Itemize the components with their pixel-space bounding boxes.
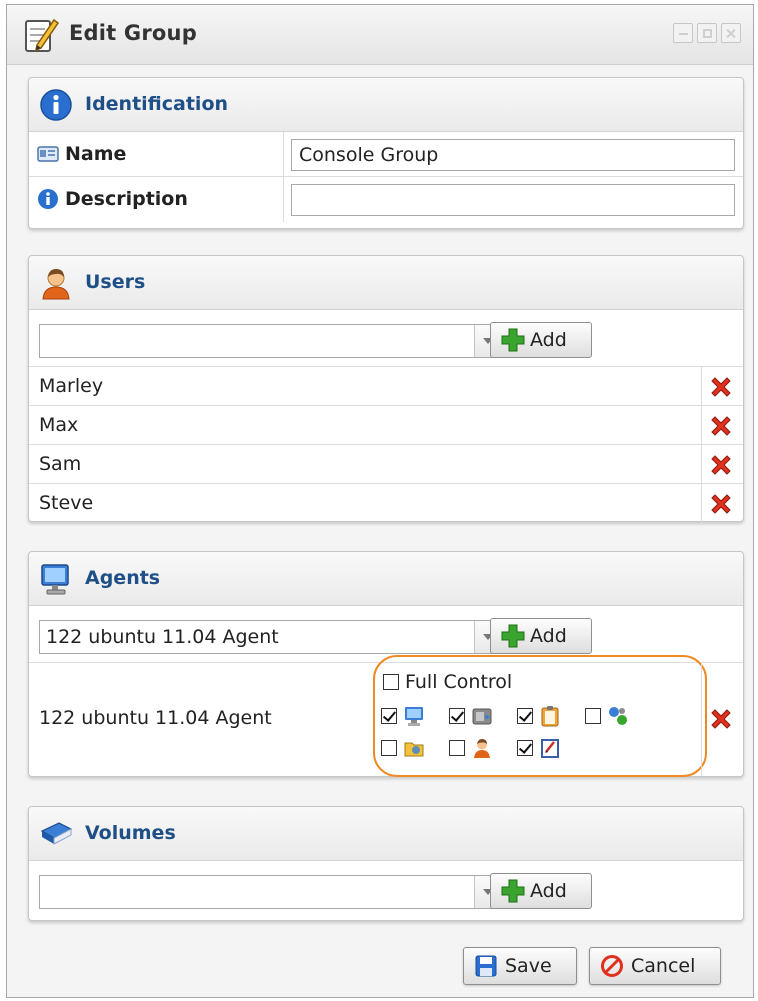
checkbox[interactable] xyxy=(383,674,399,690)
agent-row: 122 ubuntu 11.04 Agent Full Control xyxy=(29,655,743,777)
agents-title: Agents xyxy=(85,567,161,589)
permission-network[interactable] xyxy=(585,705,629,727)
folder-icon xyxy=(404,742,424,757)
cancel-button[interactable]: Cancel xyxy=(589,947,721,985)
agent-name: 122 ubuntu 11.04 Agent xyxy=(39,707,272,729)
permission-user[interactable] xyxy=(449,737,493,759)
disk-icon xyxy=(472,708,492,725)
minimize-button[interactable] xyxy=(673,23,693,43)
identification-title: Identification xyxy=(85,93,229,115)
floppy-disk-icon xyxy=(475,955,497,977)
close-button[interactable] xyxy=(721,23,741,43)
cancel-icon xyxy=(601,955,623,977)
volumes-panel: Volumes Add xyxy=(28,806,744,921)
user-name: Steve xyxy=(39,492,94,514)
network-icon xyxy=(609,707,627,725)
save-button[interactable]: Save xyxy=(463,947,577,985)
title-bar[interactable]: Edit Group xyxy=(7,5,753,65)
edit-document-icon xyxy=(541,739,559,758)
list-item[interactable]: Marley xyxy=(29,366,743,405)
clipboard-icon xyxy=(541,706,559,727)
delete-icon[interactable] xyxy=(709,453,733,477)
users-panel: Users Add Marley Max Sam Steve xyxy=(28,255,744,522)
id-card-icon xyxy=(37,146,59,162)
delete-icon[interactable] xyxy=(709,492,733,516)
users-combo[interactable] xyxy=(39,324,501,358)
info-small-icon xyxy=(38,189,58,209)
description-row: Description xyxy=(29,177,743,222)
agents-panel: Agents 122 ubuntu 11.04 Agent Add 122 ub… xyxy=(28,551,744,777)
users-header: Users xyxy=(29,256,743,310)
volumes-header: Volumes xyxy=(29,807,743,861)
info-icon xyxy=(40,89,72,121)
agents-header: Agents xyxy=(29,552,743,606)
save-label: Save xyxy=(505,955,552,977)
book-icon xyxy=(40,822,73,845)
monitor-icon xyxy=(41,564,69,595)
add-volume-button[interactable]: Add xyxy=(490,873,592,909)
volumes-combo[interactable] xyxy=(39,875,501,909)
permission-folder[interactable] xyxy=(381,737,425,759)
name-label: Name xyxy=(37,141,126,167)
add-user-label: Add xyxy=(530,329,567,351)
maximize-button[interactable] xyxy=(697,23,717,43)
checkbox[interactable] xyxy=(585,708,601,724)
window-title: Edit Group xyxy=(69,21,197,45)
user-name: Marley xyxy=(39,375,104,397)
name-field[interactable] xyxy=(291,139,735,171)
add-agent-button[interactable]: Add xyxy=(490,618,592,654)
description-field[interactable] xyxy=(291,184,735,216)
user-name: Max xyxy=(39,414,79,436)
plus-icon xyxy=(501,879,525,903)
name-label-text: Name xyxy=(65,143,127,165)
description-label: Description xyxy=(37,186,188,212)
full-control-checkbox[interactable]: Full Control xyxy=(383,671,512,693)
monitor-icon xyxy=(405,707,423,726)
delete-icon[interactable] xyxy=(709,707,733,731)
cancel-label: Cancel xyxy=(631,955,696,977)
list-item[interactable]: Steve xyxy=(29,483,743,522)
full-control-label: Full Control xyxy=(405,671,513,693)
checkbox[interactable] xyxy=(517,708,533,724)
volumes-title: Volumes xyxy=(85,822,176,844)
user-icon xyxy=(42,269,70,300)
edit-notepad-icon xyxy=(25,18,60,52)
name-row: Name xyxy=(29,132,743,177)
agents-combo-value: 122 ubuntu 11.04 Agent xyxy=(46,626,279,648)
checkbox[interactable] xyxy=(381,740,397,756)
add-user-button[interactable]: Add xyxy=(490,322,592,358)
identification-header: Identification xyxy=(29,78,743,132)
add-agent-label: Add xyxy=(530,625,567,647)
delete-icon[interactable] xyxy=(709,414,733,438)
delete-icon[interactable] xyxy=(709,375,733,399)
permission-clipboard[interactable] xyxy=(517,705,561,727)
permission-disk[interactable] xyxy=(449,705,493,727)
description-label-text: Description xyxy=(65,188,188,210)
edit-group-window: Edit Group Identification Name Console G… xyxy=(6,4,754,998)
plus-icon xyxy=(501,328,525,352)
list-item[interactable]: Sam xyxy=(29,444,743,483)
user-icon xyxy=(474,739,490,758)
list-item[interactable]: Max xyxy=(29,405,743,444)
checkbox[interactable] xyxy=(449,708,465,724)
permission-edit-document[interactable] xyxy=(517,737,561,759)
checkbox[interactable] xyxy=(381,708,397,724)
checkbox[interactable] xyxy=(517,740,533,756)
add-volume-label: Add xyxy=(530,880,567,902)
checkbox[interactable] xyxy=(449,740,465,756)
user-name: Sam xyxy=(39,453,82,475)
plus-icon xyxy=(501,624,525,648)
permission-monitor[interactable] xyxy=(381,705,425,727)
agents-combo[interactable]: 122 ubuntu 11.04 Agent xyxy=(39,620,501,654)
users-title: Users xyxy=(85,271,146,293)
identification-panel: Identification Name Console Group Descri… xyxy=(28,77,744,229)
